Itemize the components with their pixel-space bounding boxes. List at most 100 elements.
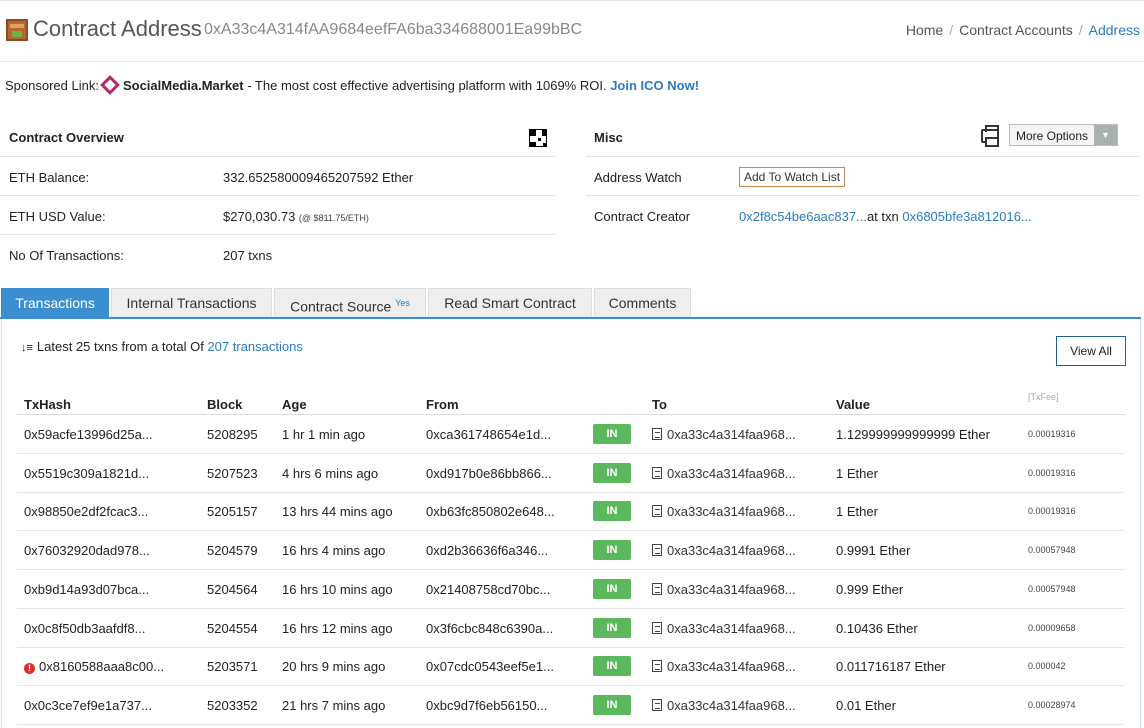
txhash-text: 0x59acfe13996d25a... xyxy=(24,427,153,442)
age-text: 20 hrs 9 mins ago xyxy=(282,659,386,675)
tab-contract-source[interactable]: Contract Source Yes xyxy=(274,288,426,317)
breadcrumb-home[interactable]: Home xyxy=(906,22,943,38)
direction-badge: IN xyxy=(593,462,631,483)
usd-value-amount: $270,030.73 xyxy=(223,209,296,224)
to-address-text: 0xa33c4a314faa968... xyxy=(667,543,796,559)
txfee-text: 0.000042 xyxy=(1028,661,1066,672)
tab-internal-transactions[interactable]: Internal Transactions xyxy=(111,288,272,317)
from-address-link[interactable]: 0x3f6cbc848c6390a... xyxy=(426,621,553,636)
overview-row-balance: ETH Balance: 332.652580009465207592 Ethe… xyxy=(0,157,557,196)
txhash-text: 0x8160588aaa8c00... xyxy=(39,659,165,675)
txhash-text: 0x0c8f50db3aafdf8... xyxy=(24,620,146,636)
value-text: 0.9991 Ether xyxy=(836,543,911,559)
tab-contract-source-label: Contract Source xyxy=(290,298,392,315)
txfee-text: 0.00019316 xyxy=(1028,429,1076,439)
txhash-link[interactable]: !0x0c3ce7ef9e1a737... xyxy=(24,698,152,713)
total-transactions-link[interactable]: 207 transactions xyxy=(207,339,302,354)
summary-prefix: Latest 25 txns from a total Of xyxy=(36,339,208,354)
tab-comments[interactable]: Comments xyxy=(594,288,691,317)
from-address-link[interactable]: 0xca361748654e1d... xyxy=(426,427,551,442)
page-address: 0xA33c4A314fAA9684eefFA6ba334688001Ea99b… xyxy=(204,21,583,38)
to-address-text: 0xa33c4a314faa968... xyxy=(667,427,796,442)
txhash-link[interactable]: ! 0x8160588aaa8c00... xyxy=(24,659,165,675)
to-address: 0xa33c4a314faa968... xyxy=(652,659,796,674)
table-row: !0x76032920dad978... 5204579 16 hrs 4 mi… xyxy=(17,531,1125,571)
qr-code-icon[interactable] xyxy=(529,129,547,147)
tab-transactions[interactable]: Transactions xyxy=(1,288,109,317)
txn-count-label: No Of Transactions: xyxy=(9,248,124,263)
contract-icon xyxy=(6,19,28,41)
value-text: 1 Ether xyxy=(836,465,878,481)
add-to-watch-list-button[interactable]: Add To Watch List xyxy=(739,167,846,187)
to-address: 0xa33c4a314faa968... xyxy=(652,543,796,558)
verified-badge: Yes xyxy=(395,298,410,308)
txhash-link[interactable]: !0x98850e2df2fcac3... xyxy=(24,504,148,519)
from-address-link[interactable]: 0xd2b36636f6a346... xyxy=(426,543,548,558)
creator-txn-link[interactable]: 0x6805bfe3a812016... xyxy=(902,209,1031,224)
tab-read-smart-contract[interactable]: Read Smart Contract xyxy=(428,288,592,317)
age-text: 16 hrs 4 mins ago xyxy=(282,543,386,559)
block-link[interactable]: 5204564 xyxy=(207,582,258,597)
column-header-txhash: TxHash xyxy=(24,397,71,412)
misc-title: Misc xyxy=(594,130,623,145)
from-address-link[interactable]: 0xd917b0e86bb866... xyxy=(426,466,552,481)
block-link[interactable]: 5208295 xyxy=(207,427,258,442)
txfee-text: 0.00028974 xyxy=(1028,699,1076,710)
sponsored-link: Sponsored Link: SocialMedia.Market - The … xyxy=(5,75,699,95)
sponsored-cta-link[interactable]: Join ICO Now! xyxy=(610,78,699,93)
balance-value: 332.652580009465207592 Ether xyxy=(223,170,414,185)
sponsored-brand[interactable]: SocialMedia.Market xyxy=(123,78,244,93)
from-address-link[interactable]: 0x07cdc0543eef5e1... xyxy=(426,659,554,674)
balance-label: ETH Balance: xyxy=(9,170,90,185)
age-text: 4 hrs 6 mins ago xyxy=(282,465,379,481)
direction-badge: IN xyxy=(593,540,631,561)
block-link[interactable]: 5205157 xyxy=(207,504,258,519)
breadcrumb: Home / Contract Accounts / Address xyxy=(905,22,1140,38)
txhash-text: 0x76032920dad978... xyxy=(24,543,150,559)
to-address-text: 0xa33c4a314faa968... xyxy=(667,620,796,636)
txhash-link[interactable]: !0x59acfe13996d25a... xyxy=(24,427,153,442)
from-address-link[interactable]: 0xbc9d7f6eb56150... xyxy=(426,698,547,713)
table-row: ! 0x8160588aaa8c00... 5203571 20 hrs 9 mi… xyxy=(17,647,1125,687)
from-address-link[interactable]: 0xb63fc850802e648... xyxy=(426,504,555,519)
more-options-label: More Options xyxy=(1016,129,1089,143)
txhash-link[interactable]: !0x0c8f50db3aafdf8... xyxy=(24,621,145,636)
overview-title: Contract Overview xyxy=(9,130,124,145)
document-icon xyxy=(652,428,662,440)
creator-address-link[interactable]: 0x2f8c54be6aac837... xyxy=(739,209,867,224)
table-row: !0x59acfe13996d25a... 5208295 1 hr 1 min… xyxy=(17,415,1125,454)
block-link[interactable]: 5203571 xyxy=(207,659,258,674)
txhash-text: 0x5519c309a1821d... xyxy=(24,465,150,481)
document-icon xyxy=(652,505,662,518)
column-header-block: Block xyxy=(207,397,243,412)
tab-bar: Transactions Internal Transactions Contr… xyxy=(0,288,1141,319)
overview-row-txns: No Of Transactions: 207 txns xyxy=(0,235,557,274)
view-all-button[interactable]: View All xyxy=(1056,336,1126,366)
from-address-link[interactable]: 0x21408758cd70bc... xyxy=(426,582,550,597)
document-icon xyxy=(652,660,662,673)
block-link[interactable]: 5204554 xyxy=(207,621,258,636)
txhash-text: 0x98850e2df2fcac3... xyxy=(24,504,149,520)
more-options-dropdown[interactable]: More Options ▼ xyxy=(1009,124,1118,146)
value-text: 1.129999999999999 Ether xyxy=(836,427,990,442)
print-icon[interactable] xyxy=(981,125,999,147)
column-header-age: Age xyxy=(282,397,307,412)
creator-at-text: at txn xyxy=(866,209,899,224)
caret-down-icon: ▼ xyxy=(1094,125,1117,145)
txhash-link[interactable]: !0x5519c309a1821d... xyxy=(24,466,149,481)
page-header: Contract Address 0xA33c4A314fAA9684eefFA… xyxy=(0,0,1144,62)
breadcrumb-address[interactable]: Address xyxy=(1089,22,1140,38)
value-text: 0.999 Ether xyxy=(836,581,904,597)
block-link[interactable]: 5203352 xyxy=(207,698,258,713)
direction-badge: IN xyxy=(593,656,631,677)
breadcrumb-contract-accounts[interactable]: Contract Accounts xyxy=(959,22,1073,38)
txhash-link[interactable]: !0x76032920dad978... xyxy=(24,543,150,558)
txhash-link[interactable]: !0xb9d14a93d07bca... xyxy=(24,582,149,597)
block-link[interactable]: 5207523 xyxy=(207,466,258,481)
direction-badge: IN xyxy=(593,501,631,522)
to-address-text: 0xa33c4a314faa968... xyxy=(667,504,796,520)
to-address-text: 0xa33c4a314faa968... xyxy=(667,659,796,675)
block-link[interactable]: 5204579 xyxy=(207,543,258,558)
direction-badge: IN xyxy=(593,617,631,638)
misc-row-watch: Address Watch Add To Watch List xyxy=(586,157,1140,196)
